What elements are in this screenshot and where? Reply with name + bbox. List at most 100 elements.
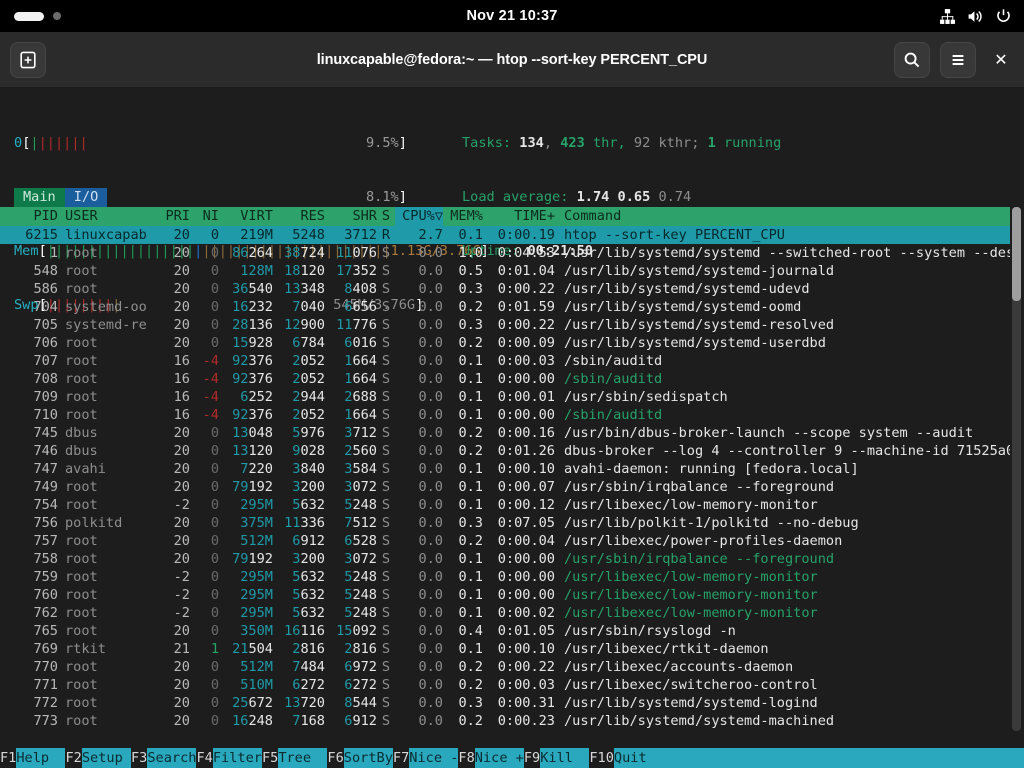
row-shr: 3584	[325, 460, 377, 478]
col-header-command[interactable]: Command	[555, 207, 621, 226]
table-row[interactable]: 710root16-49237620521664S0.00.10:00.00/s…	[0, 406, 1010, 424]
fkey-f5-label[interactable]: Tree	[278, 748, 327, 768]
row-cpu-percent: 0.0	[395, 352, 443, 370]
process-table-header[interactable]: PIDUSERPRINIVIRTRESSHRSCPU%▽MEM%TIME+Com…	[0, 207, 1010, 226]
row-res: 5976	[273, 424, 325, 442]
fkey-f3-label[interactable]: Search	[147, 748, 196, 768]
table-row[interactable]: 704systemd-oo2001623270406656S0.00.20:01…	[0, 298, 1010, 316]
col-header-state[interactable]: S	[377, 207, 395, 226]
gnome-top-bar: Nov 21 10:37	[0, 0, 1024, 32]
table-row[interactable]: 769rtkit2112150428162816S0.00.10:00.10/u…	[0, 640, 1010, 658]
vertical-scrollbar[interactable]	[1012, 207, 1021, 731]
table-row[interactable]: 6215linuxcapab200219M52483712R2.70.10:00…	[0, 226, 1010, 244]
fkey-f8-label[interactable]: Nice +	[475, 748, 524, 768]
fkey-f8[interactable]: F8	[458, 748, 474, 768]
fkey-f9-label[interactable]: Kill	[540, 748, 589, 768]
row-pid: 762	[0, 604, 58, 622]
col-header-pri[interactable]: PRI	[152, 207, 190, 226]
new-tab-button[interactable]	[10, 42, 46, 78]
table-row[interactable]: 760root-20295M56325248S0.00.10:00.00/usr…	[0, 586, 1010, 604]
col-header-cpu-percent[interactable]: CPU%▽	[395, 207, 443, 226]
row-pid: 704	[0, 298, 58, 316]
row-pid: 760	[0, 586, 58, 604]
htop-tab-i-o[interactable]: I/O	[65, 188, 108, 207]
clock[interactable]: Nov 21 10:37	[0, 8, 1024, 24]
row-nice: 0	[190, 730, 219, 731]
fkey-f4-label[interactable]: Filter	[213, 748, 262, 768]
table-row[interactable]: 754root-20295M56325248S0.00.10:00.12/usr…	[0, 496, 1010, 514]
table-row[interactable]: 749root2007919232003072S0.00.10:00.07/us…	[0, 478, 1010, 496]
htop-screen-tabs[interactable]: MainI/O	[14, 188, 107, 207]
system-tray[interactable]	[939, 8, 1012, 25]
cpu-meter-0: 0[||||||| 9.5%]	[0, 134, 462, 152]
close-icon[interactable]: ✕	[986, 45, 1016, 75]
col-header-mem-percent[interactable]: MEM%	[443, 207, 483, 226]
table-row[interactable]: 548root200128M1812017352S0.00.50:01.04/u…	[0, 262, 1010, 280]
fkey-f7-label[interactable]: Nice -	[409, 748, 458, 768]
fkey-f2-label[interactable]: Setup	[82, 748, 131, 768]
table-row[interactable]: 758root2007919232003072S0.00.10:00.00/us…	[0, 550, 1010, 568]
table-row[interactable]: 1root200862643872411076S0.01.00:04.53/us…	[0, 244, 1010, 262]
fkey-f2[interactable]: F2	[65, 748, 81, 768]
row-pri: 20	[152, 442, 190, 460]
row-time: 0:04.53	[483, 244, 555, 262]
network-wired-icon[interactable]	[939, 8, 956, 25]
volume-icon[interactable]	[967, 8, 984, 25]
row-state: S	[377, 352, 395, 370]
table-row[interactable]: 746dbus2001312090282560S0.00.20:01.26dbu…	[0, 442, 1010, 460]
col-header-res[interactable]: RES	[273, 207, 325, 226]
scrollbar-thumb[interactable]	[1012, 207, 1021, 301]
table-row[interactable]: 709root16-4625229442688S0.00.10:00.01/us…	[0, 388, 1010, 406]
table-row[interactable]: 586root20036540133488408S0.00.30:00.22/u…	[0, 280, 1010, 298]
hamburger-menu-icon[interactable]	[940, 42, 976, 78]
table-row[interactable]: 762root-20295M56325248S0.00.10:00.02/usr…	[0, 604, 1010, 622]
row-nice: 0	[190, 298, 219, 316]
row-command: /usr/sbin/irqbalance --foreground	[555, 550, 834, 568]
col-header-ni[interactable]: NI	[190, 207, 219, 226]
fkey-f10[interactable]: F10	[589, 748, 614, 768]
fkey-f1-label[interactable]: Help	[16, 748, 65, 768]
row-user: root	[58, 586, 152, 604]
function-key-bar[interactable]: F1Help F2Setup F3SearchF4FilterF5Tree F6…	[0, 748, 1024, 768]
table-row[interactable]: 756polkitd200375M113367512S0.00.30:07.05…	[0, 514, 1010, 532]
table-row[interactable]: 747avahi200722038403584S0.00.10:00.10ava…	[0, 460, 1010, 478]
table-row[interactable]: 707root16-49237620521664S0.00.10:00.03/s…	[0, 352, 1010, 370]
table-row[interactable]: 765root200350M1611615092S0.00.40:01.05/u…	[0, 622, 1010, 640]
col-header-user[interactable]: USER	[58, 207, 152, 226]
table-row[interactable]: 759root-20295M56325248S0.00.10:00.00/usr…	[0, 568, 1010, 586]
table-row[interactable]: 708root16-49237620521664S0.00.10:00.00/s…	[0, 370, 1010, 388]
table-row[interactable]: 774root200457M114089744S0.00.30:00.12/us…	[0, 730, 1010, 731]
search-icon[interactable]	[894, 42, 930, 78]
table-row[interactable]: 773root2001624871686912S0.00.20:00.23/us…	[0, 712, 1010, 730]
fkey-f9[interactable]: F9	[524, 748, 540, 768]
col-header-shr[interactable]: SHR	[325, 207, 377, 226]
fkey-f3[interactable]: F3	[131, 748, 147, 768]
power-icon[interactable]	[995, 8, 1012, 25]
fkey-f6[interactable]: F6	[327, 748, 343, 768]
fkey-f10-label[interactable]: Quit	[614, 748, 647, 768]
terminal-content[interactable]: 0[||||||| 9.5%] Tasks: 134, 423 thr, 92 …	[0, 89, 1024, 768]
table-row[interactable]: 757root200512M69126528S0.00.20:00.04/usr…	[0, 532, 1010, 550]
row-state: S	[377, 514, 395, 532]
table-row[interactable]: 706root2001592867846016S0.00.20:00.09/us…	[0, 334, 1010, 352]
process-list[interactable]: 6215linuxcapab200219M52483712R2.70.10:00…	[0, 226, 1010, 731]
row-shr: 15092	[325, 622, 377, 640]
table-row[interactable]: 745dbus2001304859763712S0.00.20:00.16/us…	[0, 424, 1010, 442]
fkey-f4[interactable]: F4	[196, 748, 212, 768]
col-header-virt[interactable]: VIRT	[219, 207, 273, 226]
row-cpu-percent: 0.0	[395, 460, 443, 478]
htop-tab-main[interactable]: Main	[14, 188, 65, 207]
col-header-pid[interactable]: PID	[0, 207, 58, 226]
table-row[interactable]: 705systemd-re200281361290011776S0.00.30:…	[0, 316, 1010, 334]
row-state: S	[377, 730, 395, 731]
fkey-f1[interactable]: F1	[0, 748, 16, 768]
table-row[interactable]: 772root20025672137208544S0.00.30:00.31/u…	[0, 694, 1010, 712]
table-row[interactable]: 771root200510M62726272S0.00.20:00.03/usr…	[0, 676, 1010, 694]
table-row[interactable]: 770root200512M74846972S0.00.20:00.22/usr…	[0, 658, 1010, 676]
col-header-time[interactable]: TIME+	[483, 207, 555, 226]
fkey-f7[interactable]: F7	[393, 748, 409, 768]
fkey-f5[interactable]: F5	[262, 748, 278, 768]
fkey-f6-label[interactable]: SortBy	[344, 748, 393, 768]
row-pid: 708	[0, 370, 58, 388]
row-nice: -4	[190, 406, 219, 424]
